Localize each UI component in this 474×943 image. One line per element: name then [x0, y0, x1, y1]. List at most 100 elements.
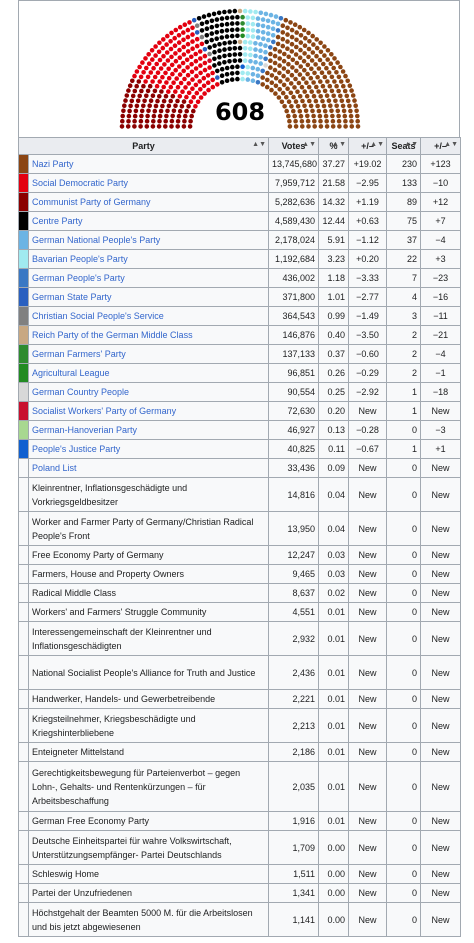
party-name[interactable]: Socialist Workers' Party of Germany: [27, 401, 270, 421]
seat-dot: [273, 91, 278, 96]
party-name[interactable]: German National People's Party: [27, 230, 270, 250]
votes-cell: 33,436: [268, 458, 320, 478]
seat-dot: [176, 33, 182, 38]
party-name[interactable]: Nazi Party: [27, 154, 270, 174]
seat-dot: [181, 37, 186, 43]
seats-column-header[interactable]: Seats ▲▼: [386, 137, 422, 155]
seat-dot: [301, 76, 306, 81]
seat-dot: [271, 39, 276, 45]
table-row: Communist Party of Germany 5,282,636 14.32…: [18, 192, 462, 212]
seats-cell: 0: [386, 583, 422, 603]
seat-dot: [268, 65, 273, 70]
party-color-swatch: [18, 211, 29, 231]
sort-icon[interactable]: ▲▼: [302, 141, 316, 148]
party-name[interactable]: Reich Party of the German Middle Class: [27, 325, 270, 345]
seat-dot: [242, 46, 248, 51]
seat-change-cell: New: [420, 708, 462, 743]
seat-change-column-header[interactable]: +/– ▲▼: [420, 137, 462, 155]
seat-dot: [190, 25, 195, 31]
vote-change-cell: −3.33: [348, 268, 388, 288]
party-name[interactable]: People's Justice Party: [27, 439, 270, 459]
seats-cell: 0: [386, 761, 422, 812]
percent-cell: 0.09: [318, 458, 350, 478]
vote-change-cell: −0.60: [348, 344, 388, 364]
seat-dot: [302, 67, 307, 73]
seat-dot: [250, 21, 256, 27]
seat-dot: [250, 72, 256, 77]
seat-dot: [280, 23, 286, 29]
percent-cell: 0.01: [318, 602, 350, 622]
votes-column-header[interactable]: Votes ▲▼: [268, 137, 320, 155]
seat-dot: [237, 39, 243, 45]
vote-change-cell: New: [348, 511, 388, 546]
seat-dot: [224, 65, 230, 71]
seat-dot: [345, 78, 351, 84]
seat-dot: [295, 89, 300, 94]
party-name[interactable]: Agricultural League: [27, 363, 270, 383]
party-name[interactable]: Christian Social People's Service: [27, 306, 270, 326]
sort-icon[interactable]: ▲▼: [252, 141, 266, 148]
seat-dot: [170, 71, 175, 77]
sort-icon[interactable]: ▲▼: [444, 141, 458, 148]
seat-dot: [263, 49, 268, 55]
seat-dot: [258, 54, 263, 60]
seat-dot: [219, 22, 225, 28]
seat-dot: [229, 71, 235, 76]
seats-cell: 133: [386, 173, 422, 193]
percent-cell: 0.03: [318, 564, 350, 584]
seat-change-cell: New: [420, 621, 462, 656]
seat-dot: [277, 49, 283, 54]
seat-dot: [180, 60, 186, 66]
seat-dot: [127, 83, 133, 88]
seat-dot: [235, 70, 240, 76]
seats-cell: 0: [386, 902, 422, 937]
seat-dot: [281, 58, 287, 64]
party-name[interactable]: Poland List: [27, 458, 270, 478]
seat-dot: [314, 53, 319, 59]
seat-change-cell: New: [420, 864, 462, 884]
seat-dot: [172, 43, 178, 48]
party-color-swatch: [18, 830, 29, 865]
party-name[interactable]: German People's Party: [27, 268, 270, 288]
sort-icon[interactable]: ▲▼: [370, 141, 384, 148]
seat-dot: [255, 73, 261, 78]
percent-cell: 37.27: [318, 154, 350, 174]
seat-dot: [242, 8, 248, 14]
percent-column-header[interactable]: % ▲▼: [318, 137, 350, 155]
party-name[interactable]: Social Democratic Party: [27, 173, 270, 193]
party-name: Kriegsteilnehmer, Kriegsbeschädigte und …: [27, 708, 270, 743]
seat-dot: [173, 89, 178, 94]
party-name[interactable]: Centre Party: [27, 211, 270, 231]
party-column-header[interactable]: Party ▲▼: [17, 137, 270, 155]
seat-dot: [219, 80, 225, 85]
party-name[interactable]: Bavarian People's Party: [27, 249, 270, 269]
table-row: German People's Party 436,002 1.18 −3.33 7 −2…: [18, 268, 462, 288]
vote-change-cell: New: [348, 564, 388, 584]
seat-dot: [347, 83, 353, 88]
sort-icon[interactable]: ▲▼: [404, 141, 418, 148]
party-name[interactable]: German Farmers' Party: [27, 344, 270, 364]
seat-dot: [316, 66, 322, 71]
seat-change-cell: +123: [420, 154, 462, 174]
seat-dot: [278, 15, 284, 21]
votes-cell: 1,192,684: [268, 249, 320, 269]
party-name[interactable]: German-Hanoverian Party: [27, 420, 270, 440]
seat-dot: [212, 49, 217, 55]
seat-dot: [329, 52, 334, 57]
party-name[interactable]: Communist Party of Germany: [27, 192, 270, 212]
seat-dot: [294, 37, 299, 43]
seat-dot: [222, 47, 227, 52]
seat-dot: [268, 45, 273, 50]
seat-dot: [296, 80, 302, 86]
sort-icon[interactable]: ▲▼: [332, 141, 346, 148]
change-column-header[interactable]: +/– ▲▼: [348, 137, 388, 155]
party-name[interactable]: German Country People: [27, 382, 270, 402]
seat-dot: [277, 70, 282, 76]
party-name[interactable]: German State Party: [27, 287, 270, 307]
seat-dot: [294, 30, 300, 35]
seat-dot: [245, 64, 250, 70]
seat-dot: [289, 49, 295, 54]
seat-dot: [232, 58, 238, 63]
seat-dot: [210, 84, 216, 90]
party-color-swatch: [18, 420, 29, 440]
